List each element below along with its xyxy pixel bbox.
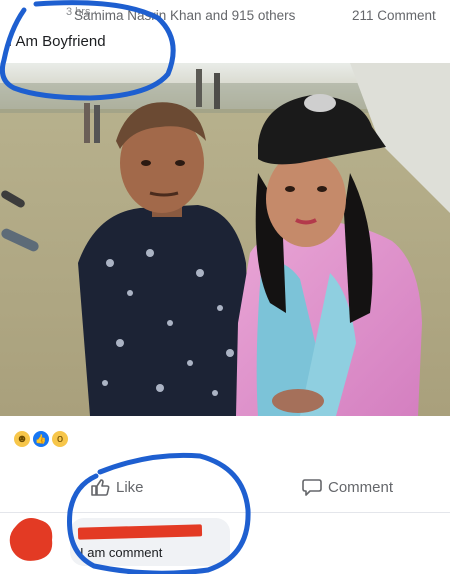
comment-button[interactable]: Comment <box>302 478 393 496</box>
like-label: Like <box>116 478 144 496</box>
haha-icon: ☻ <box>14 431 30 447</box>
comment-text: I am comment <box>80 545 163 560</box>
like-button[interactable]: Like <box>90 478 144 496</box>
photo-illustration <box>0 63 450 416</box>
reaction-summary[interactable]: Samima Nasrin Khan and 915 others <box>74 8 295 23</box>
comment-icon <box>302 479 322 496</box>
avatar[interactable] <box>8 516 54 562</box>
section-divider <box>0 512 450 513</box>
thumbs-up-icon <box>91 479 110 496</box>
like-icon: 👍 <box>33 431 49 447</box>
post-text: I Am Boyfriend <box>8 33 106 50</box>
comment-label: Comment <box>328 478 394 496</box>
wow-icon: o <box>52 431 68 447</box>
reactions-row[interactable]: ☻ 👍 o <box>0 424 450 456</box>
comments-count[interactable]: 211 Comment <box>352 8 436 23</box>
action-bar: Like Comment <box>0 468 450 508</box>
post-photo[interactable] <box>0 63 450 416</box>
